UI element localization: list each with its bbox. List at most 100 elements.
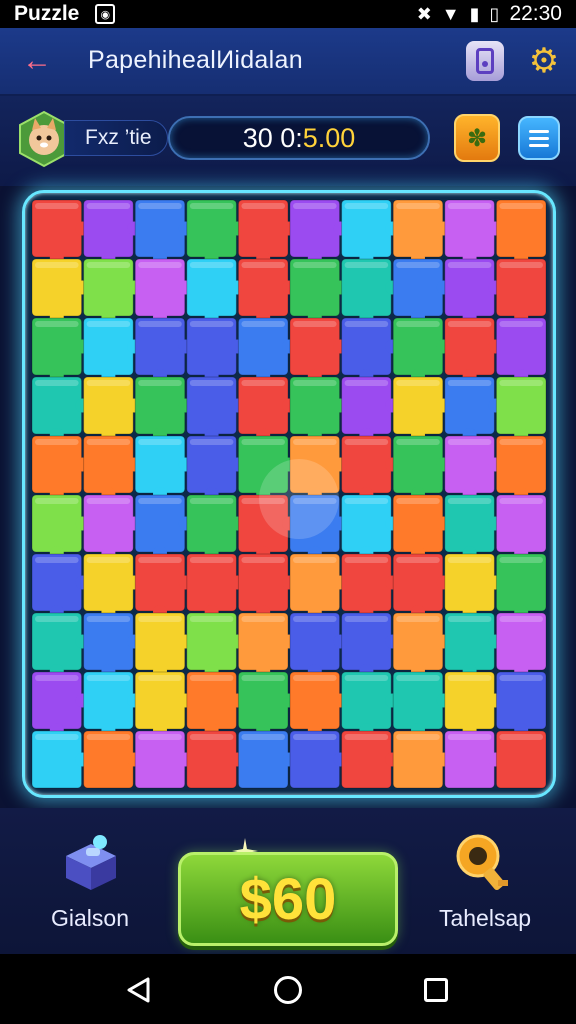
puzzle-piece[interactable] <box>392 376 451 442</box>
puzzle-piece[interactable] <box>186 199 245 265</box>
puzzle-piece[interactable] <box>392 258 451 324</box>
puzzle-piece[interactable] <box>495 494 547 560</box>
puzzle-piece[interactable] <box>186 376 245 442</box>
puzzle-piece[interactable] <box>444 199 503 265</box>
puzzle-piece[interactable] <box>31 258 90 324</box>
puzzle-piece[interactable] <box>495 730 547 789</box>
nav-back-button[interactable] <box>126 976 152 1004</box>
puzzle-piece[interactable] <box>83 612 142 678</box>
menu-button[interactable] <box>518 116 560 160</box>
puzzle-piece[interactable] <box>83 199 142 265</box>
puzzle-piece[interactable] <box>392 199 451 265</box>
puzzle-piece[interactable] <box>392 553 451 619</box>
puzzle-grid[interactable] <box>31 199 547 789</box>
back-button[interactable]: ← <box>22 42 52 80</box>
puzzle-piece[interactable] <box>341 612 400 678</box>
puzzle-piece[interactable] <box>237 671 296 737</box>
puzzle-piece[interactable] <box>392 612 451 678</box>
puzzle-piece[interactable] <box>289 258 348 324</box>
puzzle-piece[interactable] <box>237 317 296 383</box>
puzzle-piece[interactable] <box>83 376 142 442</box>
puzzle-piece[interactable] <box>495 435 547 501</box>
puzzle-piece[interactable] <box>237 730 296 789</box>
puzzle-piece[interactable] <box>31 317 90 383</box>
puzzle-piece[interactable] <box>186 612 245 678</box>
puzzle-piece[interactable] <box>289 199 348 265</box>
puzzle-piece[interactable] <box>134 730 193 789</box>
settings-button[interactable]: ⚙ <box>524 40 564 82</box>
puzzle-piece[interactable] <box>444 553 503 619</box>
puzzle-piece[interactable] <box>83 730 142 789</box>
puzzle-piece[interactable] <box>186 553 245 619</box>
puzzle-piece[interactable] <box>237 376 296 442</box>
puzzle-piece[interactable] <box>392 317 451 383</box>
puzzle-piece[interactable] <box>495 199 547 265</box>
puzzle-piece[interactable] <box>31 553 90 619</box>
puzzle-piece[interactable] <box>186 435 245 501</box>
puzzle-piece[interactable] <box>83 317 142 383</box>
puzzle-board[interactable] <box>22 190 556 798</box>
gallery-button[interactable] <box>60 830 122 894</box>
puzzle-piece[interactable] <box>392 435 451 501</box>
puzzle-piece[interactable] <box>186 730 245 789</box>
price-button[interactable]: $60 <box>178 852 398 946</box>
puzzle-piece[interactable] <box>186 258 245 324</box>
puzzle-piece[interactable] <box>83 258 142 324</box>
puzzle-piece[interactable] <box>186 494 245 560</box>
puzzle-piece[interactable] <box>237 258 296 324</box>
puzzle-piece[interactable] <box>134 612 193 678</box>
puzzle-piece[interactable] <box>186 317 245 383</box>
puzzle-piece[interactable] <box>134 671 193 737</box>
puzzle-piece[interactable] <box>341 730 400 789</box>
nav-recents-button[interactable] <box>424 978 448 1002</box>
puzzle-piece[interactable] <box>186 671 245 737</box>
puzzle-piece[interactable] <box>444 612 503 678</box>
puzzle-piece[interactable] <box>83 671 142 737</box>
puzzle-piece[interactable] <box>341 376 400 442</box>
puzzle-piece[interactable] <box>341 258 400 324</box>
puzzle-piece[interactable] <box>495 376 547 442</box>
puzzle-piece[interactable] <box>444 494 503 560</box>
puzzle-piece[interactable] <box>392 494 451 560</box>
puzzle-piece[interactable] <box>444 317 503 383</box>
puzzle-piece[interactable] <box>341 494 400 560</box>
puzzle-piece[interactable] <box>392 730 451 789</box>
puzzle-piece[interactable] <box>341 317 400 383</box>
puzzle-piece[interactable] <box>444 671 503 737</box>
puzzle-piece[interactable] <box>83 553 142 619</box>
puzzle-piece[interactable] <box>134 258 193 324</box>
puzzle-piece[interactable] <box>444 376 503 442</box>
puzzle-piece[interactable] <box>289 317 348 383</box>
nav-home-button[interactable] <box>274 976 302 1004</box>
hint-button[interactable]: ✽ <box>454 114 500 162</box>
puzzle-piece[interactable] <box>31 494 90 560</box>
phone-button[interactable] <box>466 41 504 81</box>
puzzle-piece[interactable] <box>341 671 400 737</box>
puzzle-piece[interactable] <box>341 553 400 619</box>
puzzle-piece[interactable] <box>495 612 547 678</box>
puzzle-piece[interactable] <box>444 258 503 324</box>
puzzle-piece[interactable] <box>237 612 296 678</box>
puzzle-piece[interactable] <box>289 376 348 442</box>
puzzle-piece[interactable] <box>31 612 90 678</box>
puzzle-piece[interactable] <box>495 553 547 619</box>
puzzle-piece[interactable] <box>495 258 547 324</box>
puzzle-piece[interactable] <box>134 553 193 619</box>
tool-button[interactable] <box>452 830 516 896</box>
puzzle-piece[interactable] <box>134 317 193 383</box>
puzzle-piece[interactable] <box>495 317 547 383</box>
puzzle-piece[interactable] <box>237 553 296 619</box>
puzzle-piece[interactable] <box>237 199 296 265</box>
puzzle-piece[interactable] <box>83 435 142 501</box>
puzzle-piece[interactable] <box>134 435 193 501</box>
puzzle-piece[interactable] <box>289 553 348 619</box>
puzzle-piece[interactable] <box>134 376 193 442</box>
puzzle-piece[interactable] <box>31 199 90 265</box>
puzzle-piece[interactable] <box>31 435 90 501</box>
puzzle-piece[interactable] <box>341 435 400 501</box>
puzzle-piece[interactable] <box>341 199 400 265</box>
puzzle-piece[interactable] <box>444 435 503 501</box>
puzzle-piece[interactable] <box>444 730 503 789</box>
puzzle-piece[interactable] <box>392 671 451 737</box>
puzzle-piece[interactable] <box>83 494 142 560</box>
